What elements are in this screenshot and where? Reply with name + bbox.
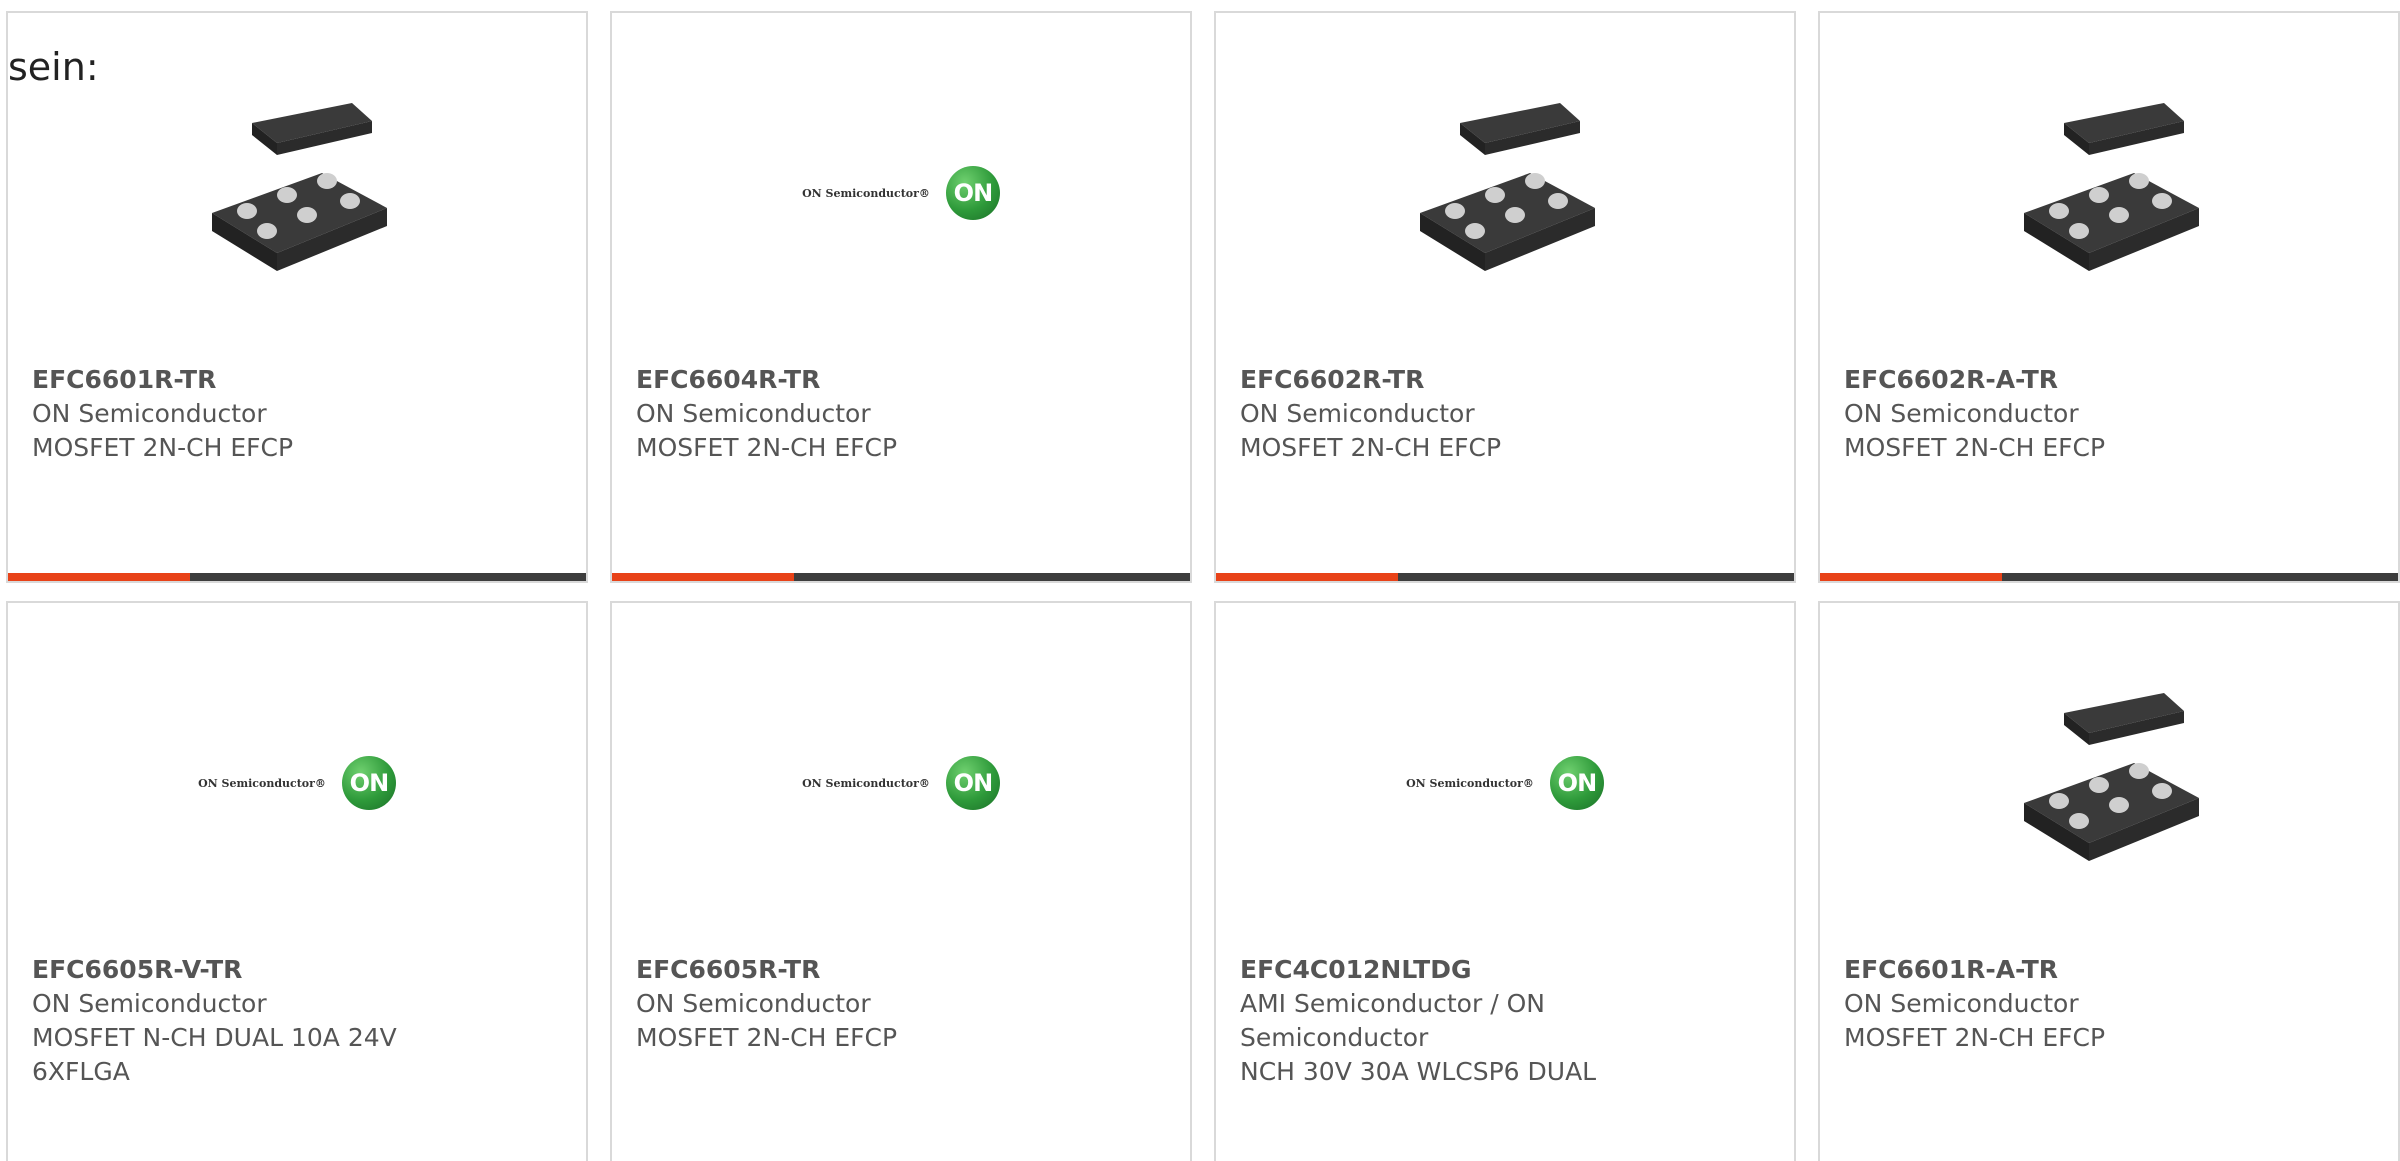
chip-package-icon — [2004, 93, 2214, 293]
card-bar-accent — [612, 573, 794, 581]
product-image[interactable] — [1820, 93, 2398, 293]
card-bar — [1820, 573, 2398, 581]
manufacturer: ON Semiconductor — [1844, 399, 2079, 428]
card-bar — [1216, 573, 1794, 581]
manufacturer: ON Semiconductor — [636, 399, 871, 428]
manufacturer: ON Semiconductor — [636, 989, 871, 1018]
manufacturer: AMI Semiconductor / ON Semiconductor — [1240, 989, 1545, 1052]
description: MOSFET 2N-CH EFCP — [636, 1023, 898, 1052]
product-info: EFC6605R-TR ON Semiconductor MOSFET 2N-C… — [636, 953, 1056, 1055]
product-image[interactable]: ON Semiconductor® ON — [1216, 683, 1794, 883]
chip-package-icon — [2004, 683, 2214, 883]
chip-package-icon — [1400, 93, 1610, 293]
manufacturer: ON Semiconductor — [1240, 399, 1475, 428]
description: MOSFET 2N-CH EFCP — [32, 433, 294, 462]
description: MOSFET 2N-CH EFCP — [636, 433, 898, 462]
product-info: EFC6601R-TR ON Semiconductor MOSFET 2N-C… — [32, 363, 452, 465]
manufacturer: ON Semiconductor — [32, 989, 267, 1018]
part-number[interactable]: EFC6601R-A-TR — [1844, 953, 2264, 987]
product-grid: EFC6601R-TR ON Semiconductor MOSFET 2N-C… — [0, 0, 2400, 1161]
on-semiconductor-logo: ON Semiconductor® ON — [1406, 756, 1604, 810]
product-info: EFC6602R-TR ON Semiconductor MOSFET 2N-C… — [1240, 363, 1660, 465]
on-semiconductor-logo: ON Semiconductor® ON — [802, 756, 1000, 810]
product-image[interactable]: ON Semiconductor® ON — [612, 93, 1190, 293]
page: sein: EFC6601R-TR ON Semiconductor MOSFE… — [0, 0, 2400, 1161]
description: MOSFET N-CH DUAL 10A 24V 6XFLGA — [32, 1023, 397, 1086]
manufacturer: ON Semiconductor — [1844, 989, 2079, 1018]
product-info: EFC6602R-A-TR ON Semiconductor MOSFET 2N… — [1844, 363, 2264, 465]
product-card[interactable]: ON Semiconductor® ON EFC6604R-TR ON Semi… — [610, 11, 1192, 583]
product-card[interactable]: EFC6602R-TR ON Semiconductor MOSFET 2N-C… — [1214, 11, 1796, 583]
product-card[interactable]: ON Semiconductor® ON EFC6605R-TR ON Semi… — [610, 601, 1192, 1161]
product-image[interactable] — [8, 93, 586, 293]
product-info: EFC6605R-V-TR ON Semiconductor MOSFET N-… — [32, 953, 452, 1089]
product-image[interactable] — [1216, 93, 1794, 293]
part-number[interactable]: EFC6601R-TR — [32, 363, 452, 397]
description: MOSFET 2N-CH EFCP — [1844, 433, 2106, 462]
part-number[interactable]: EFC6602R-A-TR — [1844, 363, 2264, 397]
logo-label: ON Semiconductor® — [802, 186, 930, 200]
product-card[interactable]: ON Semiconductor® ON EFC4C012NLTDG AMI S… — [1214, 601, 1796, 1161]
part-number[interactable]: EFC6602R-TR — [1240, 363, 1660, 397]
product-info: EFC6601R-A-TR ON Semiconductor MOSFET 2N… — [1844, 953, 2264, 1055]
product-card[interactable]: ON Semiconductor® ON EFC6605R-V-TR ON Se… — [6, 601, 588, 1161]
chip-package-icon — [192, 93, 402, 293]
on-semiconductor-logo: ON Semiconductor® ON — [802, 166, 1000, 220]
description: NCH 30V 30A WLCSP6 DUAL — [1240, 1057, 1597, 1086]
product-card[interactable]: EFC6601R-TR ON Semiconductor MOSFET 2N-C… — [6, 11, 588, 583]
lead-text: sein: — [8, 45, 99, 89]
product-card[interactable]: EFC6602R-A-TR ON Semiconductor MOSFET 2N… — [1818, 11, 2400, 583]
logo-label: ON Semiconductor® — [1406, 776, 1534, 790]
on-logo-icon: ON — [1549, 756, 1604, 810]
manufacturer: ON Semiconductor — [32, 399, 267, 428]
part-number[interactable]: EFC6604R-TR — [636, 363, 1056, 397]
description: MOSFET 2N-CH EFCP — [1844, 1023, 2106, 1052]
product-info: EFC6604R-TR ON Semiconductor MOSFET 2N-C… — [636, 363, 1056, 465]
product-image[interactable]: ON Semiconductor® ON — [612, 683, 1190, 883]
card-bar — [612, 573, 1190, 581]
logo-label: ON Semiconductor® — [802, 776, 930, 790]
card-bar-accent — [1216, 573, 1398, 581]
part-number[interactable]: EFC6605R-TR — [636, 953, 1056, 987]
product-image[interactable]: ON Semiconductor® ON — [8, 683, 586, 883]
card-bar-accent — [1820, 573, 2002, 581]
card-bar — [8, 573, 586, 581]
logo-label: ON Semiconductor® — [198, 776, 326, 790]
card-bar-accent — [8, 573, 190, 581]
on-logo-icon: ON — [945, 756, 1000, 810]
on-logo-icon: ON — [341, 756, 396, 810]
part-number[interactable]: EFC6605R-V-TR — [32, 953, 452, 987]
product-card[interactable]: EFC6601R-A-TR ON Semiconductor MOSFET 2N… — [1818, 601, 2400, 1161]
on-logo-icon: ON — [945, 166, 1000, 220]
product-info: EFC4C012NLTDG AMI Semiconductor / ON Sem… — [1240, 953, 1660, 1089]
description: MOSFET 2N-CH EFCP — [1240, 433, 1502, 462]
product-image[interactable] — [1820, 683, 2398, 883]
part-number[interactable]: EFC4C012NLTDG — [1240, 953, 1660, 987]
on-semiconductor-logo: ON Semiconductor® ON — [198, 756, 396, 810]
